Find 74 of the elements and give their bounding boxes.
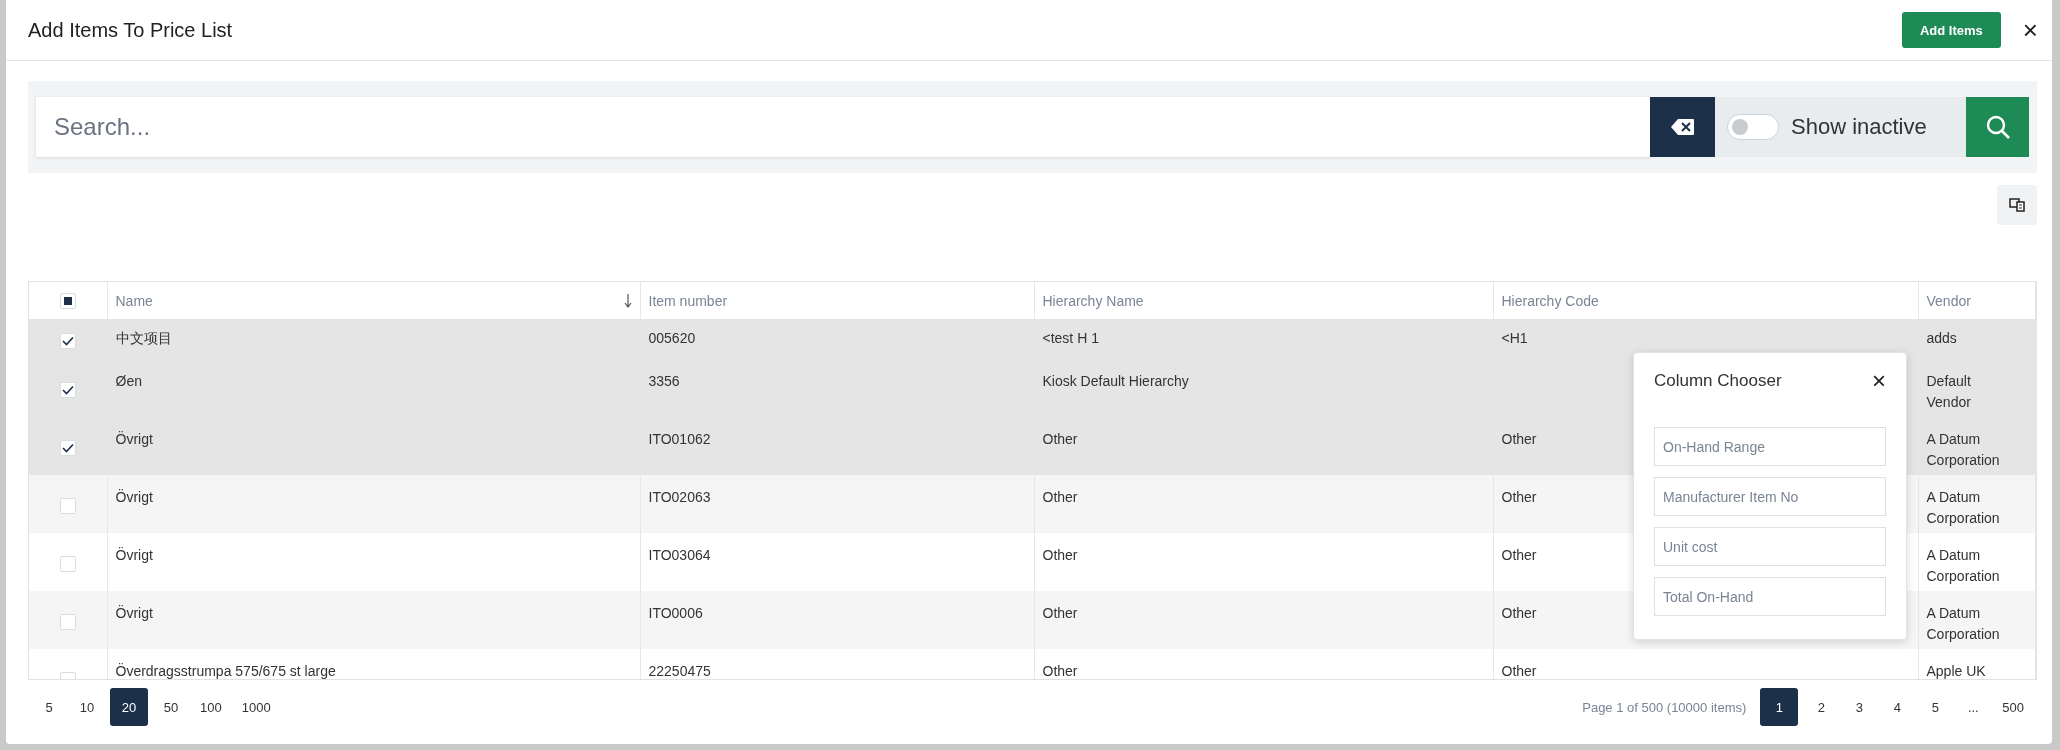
table-cell: Other	[1501, 489, 1537, 505]
close-button[interactable]: ×	[2018, 17, 2042, 43]
page-button[interactable]: 4	[1882, 688, 1913, 726]
page-size-option[interactable]: 20	[110, 688, 148, 726]
page-size-option[interactable]: 1000	[235, 688, 277, 726]
page-button[interactable]: 3	[1844, 688, 1875, 726]
table-cell: adds	[1926, 330, 1957, 346]
table-cell: Other	[1042, 605, 1078, 621]
table-cell: ITO01062	[648, 431, 711, 447]
table-cell: Övrigt	[115, 547, 153, 563]
column-option[interactable]: Total On-Hand	[1654, 577, 1886, 616]
search-button[interactable]	[1966, 97, 2029, 157]
close-button[interactable]: ×	[1872, 369, 1886, 393]
table-cell: 中文项目	[115, 330, 172, 346]
column-chooser-button[interactable]	[1997, 185, 2037, 225]
row-checkbox[interactable]	[59, 382, 76, 399]
page-button[interactable]: 5	[1920, 688, 1951, 726]
search-field[interactable]: Search...	[36, 97, 1650, 157]
page-button[interactable]: 500	[1996, 688, 2030, 726]
table-cell: A Datum Corporation	[1926, 431, 2000, 468]
page-button[interactable]: 2	[1806, 688, 1837, 726]
table-cell: <test H 1	[1042, 330, 1099, 346]
table-cell: Other	[1501, 605, 1537, 621]
table-cell: <H1	[1501, 330, 1528, 346]
table-cell: 005620	[648, 330, 696, 346]
backspace-icon	[1670, 118, 1695, 136]
column-option[interactable]: On-Hand Range	[1654, 427, 1886, 466]
table-cell: ITO0006	[648, 605, 703, 621]
table-row[interactable]: Överdragsstrumpa 575/675 st large 22250475 Other Other Apple UK	[29, 649, 2036, 679]
page-size-option[interactable]: 5	[34, 688, 64, 726]
dialog-title: Add Items To Price List	[28, 18, 234, 42]
page-size-option[interactable]: 10	[72, 688, 102, 726]
table-cell: Other	[1501, 431, 1537, 447]
table-cell: Other	[1501, 663, 1537, 679]
table-cell: Övrigt	[115, 605, 153, 621]
table-cell: ITO03064	[648, 547, 711, 563]
popup-title: Column Chooser	[1654, 371, 1782, 391]
row-checkbox[interactable]	[59, 556, 76, 573]
table-cell: Övrigt	[115, 431, 153, 447]
table-cell: ITO02063	[648, 489, 711, 505]
table-cell: 22250475	[648, 663, 711, 679]
row-checkbox[interactable]	[59, 333, 76, 350]
column-option[interactable]: Manufacturer Item No	[1654, 477, 1886, 516]
table-cell: Other	[1042, 663, 1078, 679]
show-inactive-label: Show inactive	[1791, 114, 1927, 140]
page-size-option[interactable]: 100	[194, 688, 228, 726]
table-cell: Övrigt	[115, 489, 153, 505]
page-info: Page 1 of 500 (10000 items)	[1582, 699, 1747, 715]
table-cell: A Datum Corporation	[1926, 489, 2000, 526]
table-cell: Apple UK	[1926, 663, 1986, 679]
row-checkbox[interactable]	[59, 614, 76, 631]
row-checkbox[interactable]	[59, 440, 76, 457]
table-cell: Kiosk Default Hierarchy	[1042, 373, 1189, 389]
table-cell: Other	[1042, 489, 1078, 505]
page-size-option[interactable]: 50	[156, 688, 186, 726]
table-row[interactable]: 中文项目 005620 <test H 1 <H1 adds	[29, 320, 2036, 359]
table-cell: Other	[1042, 431, 1078, 447]
table-cell: A Datum Corporation	[1926, 547, 2000, 584]
add-items-button[interactable]: Add Items	[1901, 12, 2001, 48]
table-cell: 3356	[648, 373, 680, 389]
columns-icon	[2009, 198, 2025, 212]
select-all-checkbox[interactable]	[59, 293, 76, 310]
table-cell: Øen	[115, 373, 142, 389]
clear-button[interactable]	[1650, 97, 1715, 157]
table-cell: Other	[1042, 547, 1078, 563]
row-checkbox[interactable]	[59, 498, 76, 515]
page-button[interactable]: 1	[1760, 688, 1799, 726]
table-cell: Other	[1501, 547, 1537, 563]
search-icon	[1984, 114, 2011, 140]
column-option[interactable]: Unit cost	[1654, 527, 1886, 566]
table-cell: Default Vendor	[1926, 373, 1971, 410]
table-cell: A Datum Corporation	[1926, 605, 2000, 642]
table-cell: Överdragsstrumpa 575/675 st large	[115, 663, 336, 679]
page-button[interactable]: ...	[1958, 688, 1989, 726]
